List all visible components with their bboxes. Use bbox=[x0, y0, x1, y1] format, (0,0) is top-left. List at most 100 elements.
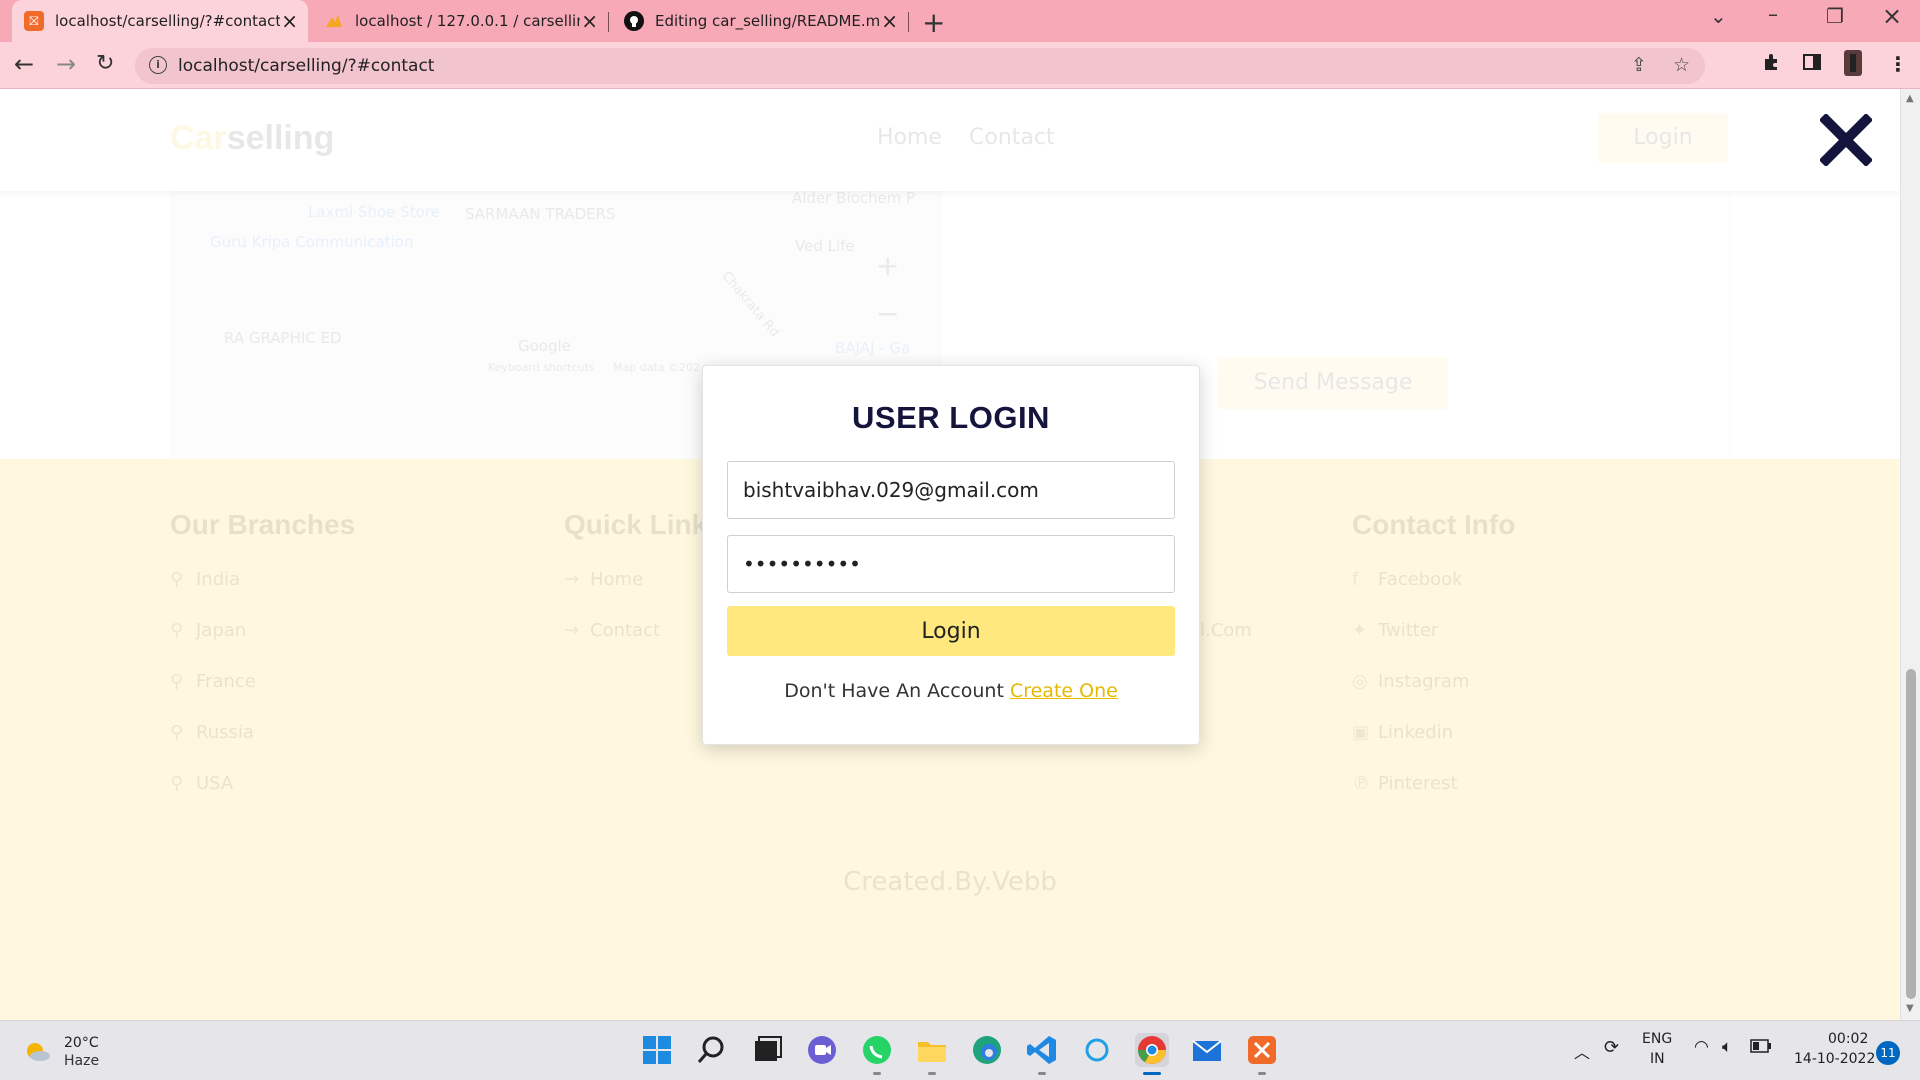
page-scrollbar[interactable]: ▲ ▼ bbox=[1900, 89, 1920, 1020]
login-button[interactable]: Login bbox=[727, 606, 1175, 656]
restore-button[interactable]: ❐ bbox=[1826, 4, 1844, 28]
weather-haze-icon bbox=[27, 1043, 50, 1061]
footer-link-home[interactable]: → Home bbox=[564, 569, 643, 590]
map-pin-icon: ⚲ bbox=[170, 722, 184, 743]
edge-icon[interactable] bbox=[970, 1033, 1004, 1067]
linkedin-icon: ▣ bbox=[1352, 722, 1370, 743]
site-header: Carselling Home Contact Login bbox=[0, 89, 1900, 191]
signup-prompt: Don't Have An Account Create One bbox=[784, 680, 1118, 702]
battery-icon[interactable] bbox=[1750, 1039, 1772, 1057]
footer-facebook[interactable]: f Facebook bbox=[1352, 569, 1463, 590]
footer-instagram[interactable]: ◎ Instagram bbox=[1352, 671, 1470, 692]
password-field[interactable] bbox=[727, 535, 1175, 593]
map-keyboard-shortcuts[interactable]: Keyboard shortcuts bbox=[488, 361, 595, 374]
chevron-up-icon[interactable]: ︿ bbox=[1574, 1039, 1590, 1063]
back-button[interactable]: ← bbox=[14, 50, 34, 78]
branch-item[interactable]: ⚲ India bbox=[170, 569, 240, 590]
tab-title: localhost/carselling/?#contact bbox=[55, 12, 280, 30]
site-logo[interactable]: Carselling bbox=[170, 119, 334, 158]
branch-item[interactable]: ⚲ USA bbox=[170, 773, 233, 794]
map-label: Chakrata Rd bbox=[718, 268, 782, 341]
map-pin-icon: ⚲ bbox=[170, 569, 184, 590]
reload-button[interactable]: ↻ bbox=[96, 51, 114, 76]
nav-home[interactable]: Home bbox=[877, 125, 942, 150]
branch-item[interactable]: ⚲ France bbox=[170, 671, 256, 692]
sync-icon[interactable]: ⟳ bbox=[1604, 1037, 1619, 1058]
notification-badge[interactable]: 11 bbox=[1876, 1041, 1900, 1065]
weather-condition: Haze bbox=[64, 1053, 100, 1069]
tab-separator bbox=[608, 12, 609, 32]
footer-heading-contact: Contact Info bbox=[1352, 509, 1516, 540]
task-view-icon[interactable] bbox=[750, 1033, 784, 1067]
github-icon bbox=[624, 11, 644, 31]
profile-avatar[interactable] bbox=[1844, 50, 1862, 81]
new-tab-button[interactable]: + bbox=[922, 6, 945, 39]
header-login-button[interactable]: Login bbox=[1598, 113, 1728, 163]
footer-twitter[interactable]: ✦ Twitter bbox=[1352, 620, 1438, 641]
share-icon[interactable]: ⇪ bbox=[1631, 54, 1647, 76]
create-account-link[interactable]: Create One bbox=[1010, 680, 1118, 702]
clock-date[interactable]: 14-10-2022 bbox=[1794, 1051, 1875, 1067]
windows-start-icon[interactable] bbox=[640, 1033, 674, 1067]
facebook-icon: f bbox=[1352, 569, 1359, 590]
login-modal: USER LOGIN Login Don't Have An Account C… bbox=[702, 365, 1200, 745]
map-pin-icon: ⚲ bbox=[170, 671, 184, 692]
tab-title: Editing car_selling/README.md a bbox=[655, 12, 880, 30]
language-region[interactable]: IN bbox=[1650, 1051, 1665, 1067]
map-label: Laxmi Shoe Store bbox=[308, 203, 440, 221]
site-info-icon[interactable]: i bbox=[149, 56, 167, 74]
map-label: RA GRAPHIC ED bbox=[224, 329, 342, 347]
clock-time[interactable]: 00:02 bbox=[1828, 1031, 1868, 1047]
volume-icon[interactable]: 🔈︎ bbox=[1722, 1037, 1732, 1057]
teams-chat-icon[interactable] bbox=[805, 1033, 839, 1067]
scroll-thumb[interactable] bbox=[1906, 669, 1916, 999]
scroll-up-icon[interactable]: ▲ bbox=[1906, 93, 1914, 104]
address-bar[interactable]: i localhost/carselling/?#contact ☆ ⇪ bbox=[135, 48, 1705, 84]
file-explorer-icon[interactable] bbox=[915, 1033, 949, 1075]
browser-toolbar: ← → ↻ i localhost/carselling/?#contact ☆… bbox=[0, 42, 1920, 89]
footer-link-contact[interactable]: → Contact bbox=[564, 620, 660, 641]
tab-phpmyadmin[interactable]: localhost / 127.0.0.1 / carselling / × bbox=[312, 0, 608, 42]
menu-kebab-icon[interactable]: ⋮ bbox=[1888, 52, 1908, 76]
close-icon[interactable] bbox=[1820, 114, 1872, 166]
language-indicator[interactable]: ENG bbox=[1642, 1031, 1672, 1047]
zoom-in-icon[interactable]: + bbox=[876, 249, 899, 282]
footer-email[interactable]: l.Com bbox=[1200, 620, 1252, 641]
branch-item[interactable]: ⚲ Russia bbox=[170, 722, 254, 743]
scroll-down-icon[interactable]: ▼ bbox=[1906, 1003, 1914, 1014]
address-url[interactable]: localhost/carselling/?#contact bbox=[178, 56, 434, 76]
xampp-icon[interactable] bbox=[1245, 1033, 1279, 1075]
chrome-icon[interactable] bbox=[1135, 1033, 1169, 1075]
tab-search-chevron-icon[interactable]: ⌄ bbox=[1710, 4, 1727, 28]
footer-linkedin[interactable]: ▣ Linkedin bbox=[1352, 722, 1453, 743]
branch-item[interactable]: ⚲ Japan bbox=[170, 620, 246, 641]
weather-temperature: 20°C bbox=[64, 1035, 99, 1051]
map-pin-icon: ⚲ bbox=[170, 773, 184, 794]
map-label: Guru Kripa Communication bbox=[210, 233, 414, 251]
twitter-icon: ✦ bbox=[1352, 620, 1368, 641]
send-message-button[interactable]: Send Message bbox=[1218, 357, 1448, 409]
nav-contact[interactable]: Contact bbox=[969, 125, 1055, 150]
mail-icon[interactable] bbox=[1190, 1033, 1224, 1067]
wifi-icon[interactable]: ◠ bbox=[1694, 1037, 1709, 1057]
whatsapp-icon[interactable] bbox=[860, 1033, 894, 1075]
star-icon[interactable]: ☆ bbox=[1673, 54, 1690, 76]
cortana-icon[interactable] bbox=[1080, 1033, 1114, 1067]
vscode-icon[interactable] bbox=[1025, 1033, 1059, 1075]
extensions-icon[interactable] bbox=[1762, 52, 1782, 77]
close-icon[interactable]: × bbox=[281, 9, 298, 33]
minimize-button[interactable]: – bbox=[1768, 2, 1778, 26]
search-icon[interactable] bbox=[695, 1033, 729, 1067]
close-icon[interactable]: × bbox=[581, 9, 598, 33]
zoom-out-icon[interactable]: − bbox=[876, 297, 899, 330]
email-field[interactable] bbox=[727, 461, 1175, 519]
weather-widget[interactable]: 20°C Haze bbox=[22, 1033, 142, 1073]
side-panel-icon[interactable] bbox=[1802, 52, 1822, 77]
footer-pinterest[interactable]: ℗ Pinterest bbox=[1352, 773, 1458, 794]
footer-heading-quick-links: Quick Link bbox=[564, 509, 708, 540]
tab-carselling[interactable]: ⛝ localhost/carselling/?#contact × bbox=[12, 0, 308, 42]
window-close-button[interactable]: × bbox=[1882, 2, 1902, 30]
tab-github[interactable]: Editing car_selling/README.md a × bbox=[612, 0, 908, 42]
close-icon[interactable]: × bbox=[881, 9, 898, 33]
forward-button[interactable]: → bbox=[56, 50, 76, 78]
